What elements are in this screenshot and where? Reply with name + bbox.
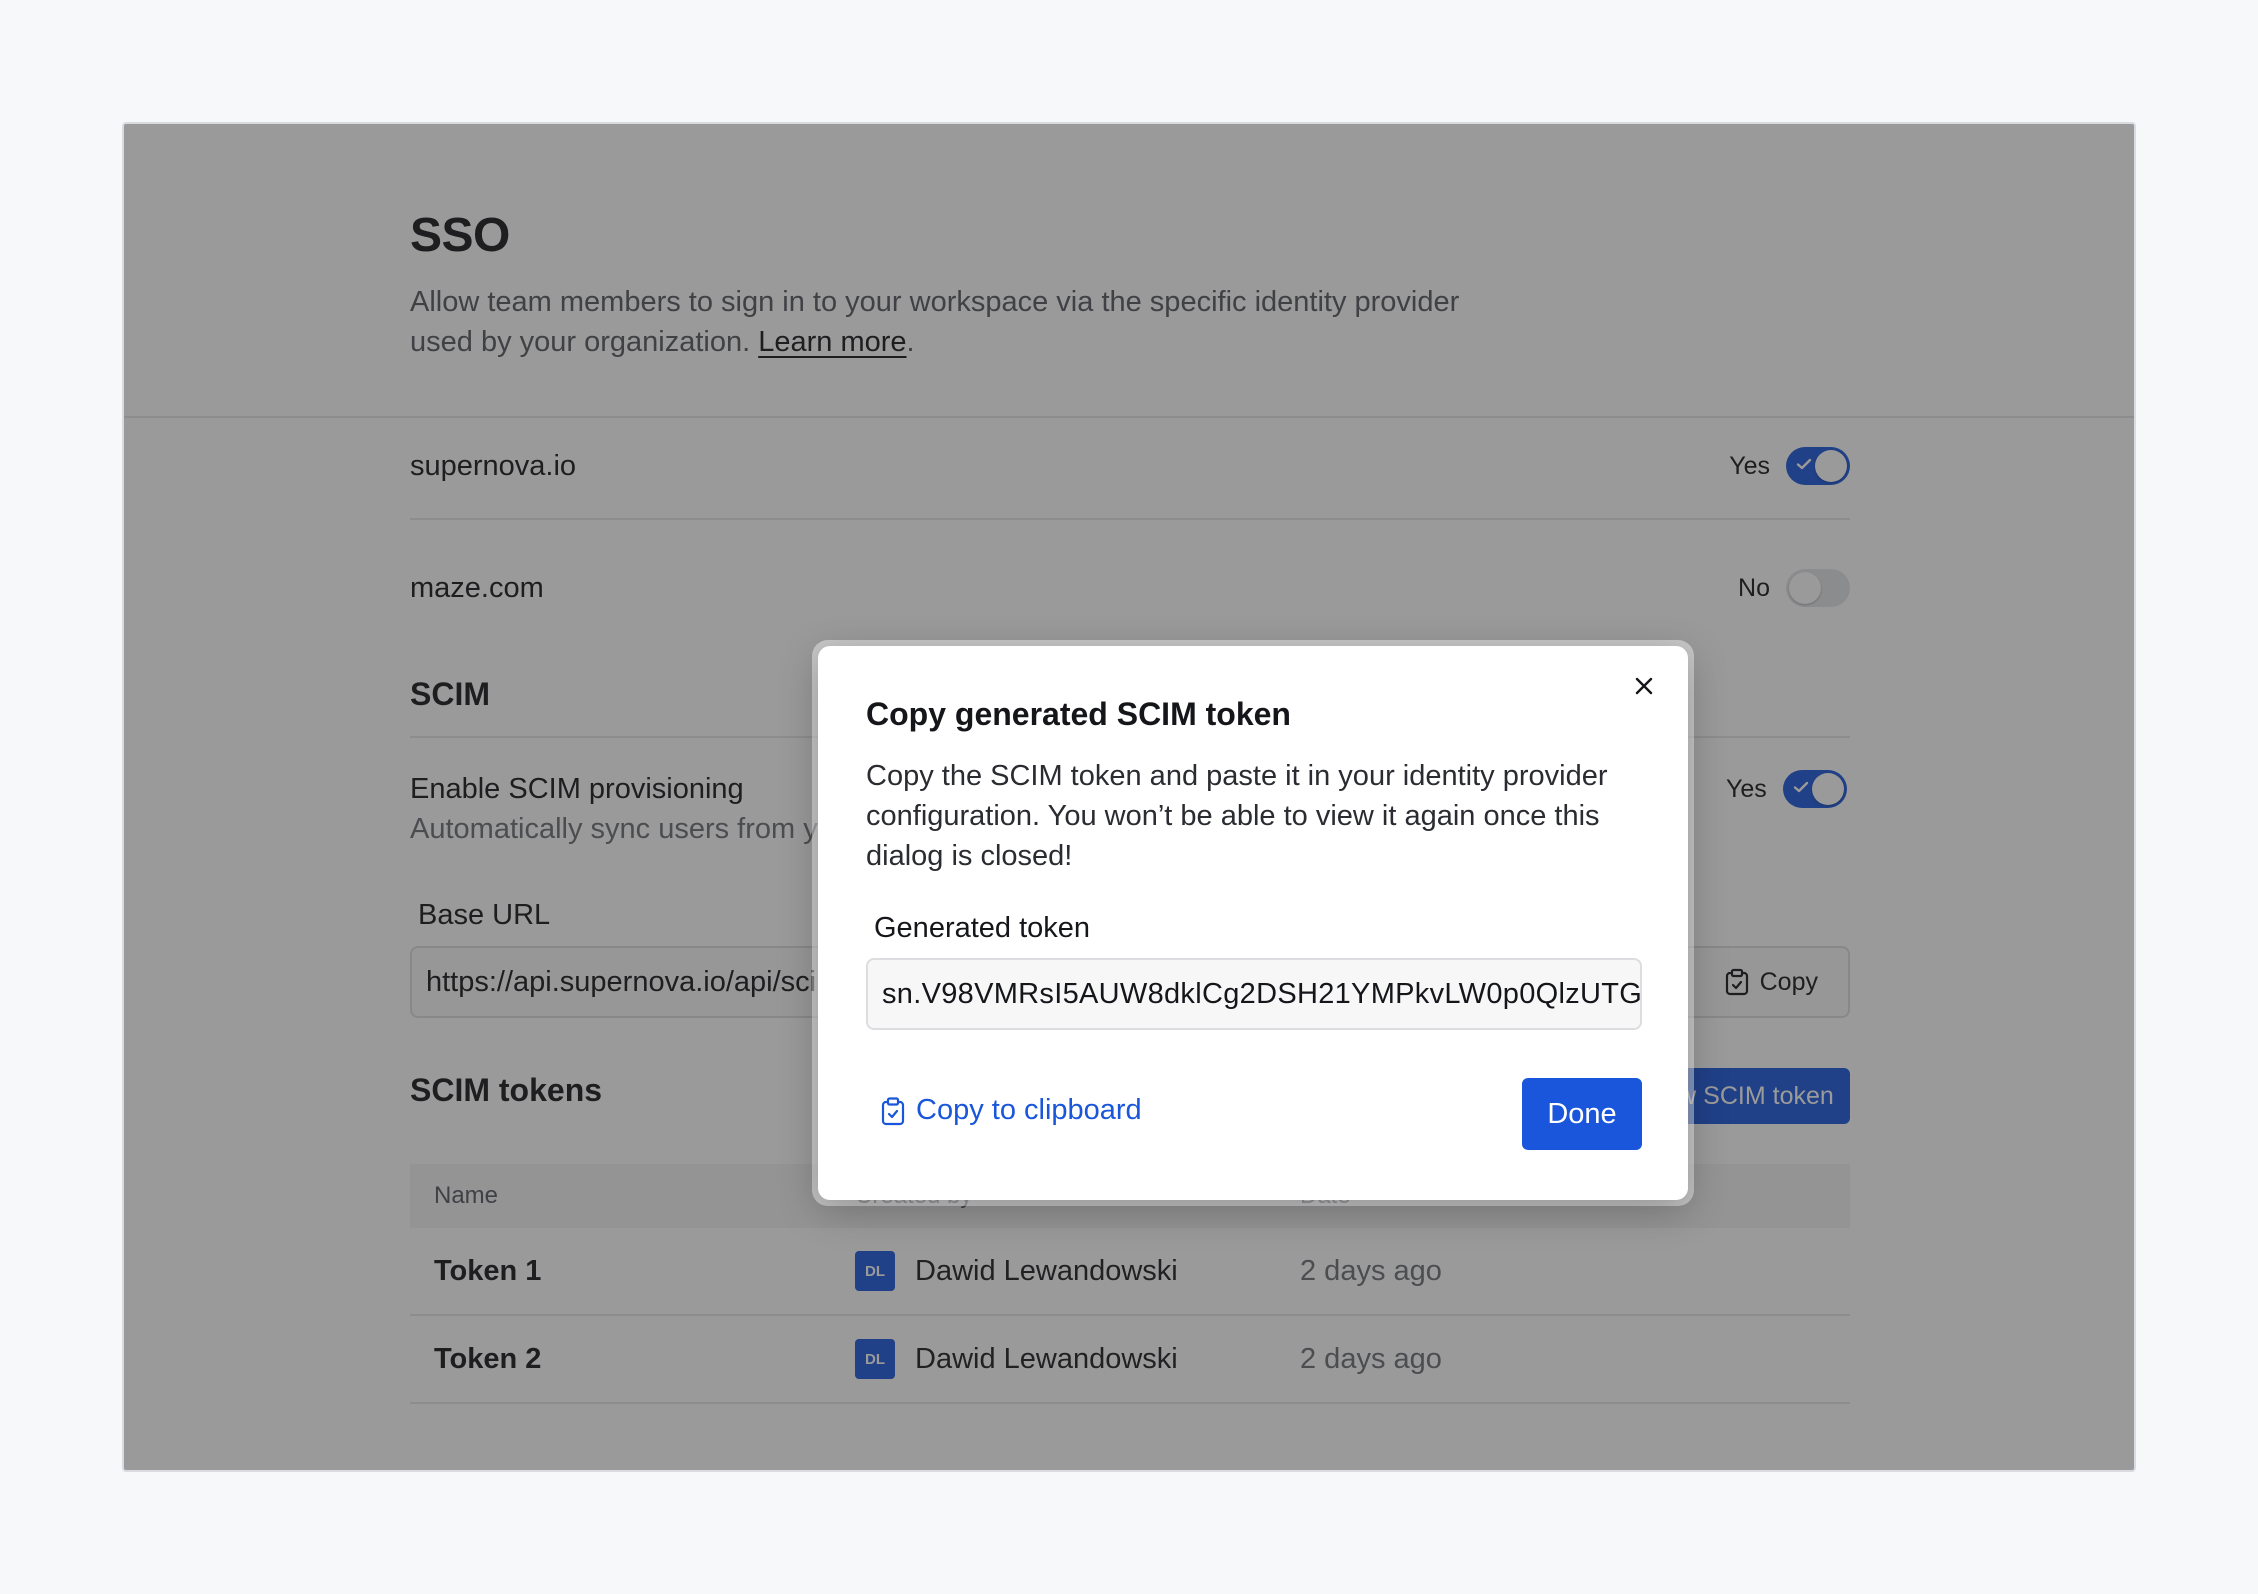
copy-to-clipboard-button[interactable]: Copy to clipboard [880, 1094, 1142, 1127]
copy-token-dialog: Copy generated SCIM token Copy the SCIM … [818, 646, 1688, 1200]
generated-token-value: sn.V98VMRsI5AUW8dklCg2DSH21YMPkvLW0p0Qlz… [882, 977, 1642, 1010]
generated-token-label: Generated token [874, 912, 1091, 944]
dialog-title: Copy generated SCIM token [866, 696, 1291, 732]
close-icon[interactable] [1628, 670, 1660, 702]
settings-window: SSO Allow team members to sign in to you… [122, 122, 2136, 1472]
done-button[interactable]: Done [1522, 1078, 1642, 1150]
copy-to-clipboard-label: Copy to clipboard [916, 1094, 1142, 1126]
generated-token-field[interactable]: sn.V98VMRsI5AUW8dklCg2DSH21YMPkvLW0p0Qlz… [866, 958, 1642, 1030]
clipboard-icon [881, 1096, 905, 1125]
dialog-description: Copy the SCIM token and paste it in your… [866, 760, 1608, 872]
